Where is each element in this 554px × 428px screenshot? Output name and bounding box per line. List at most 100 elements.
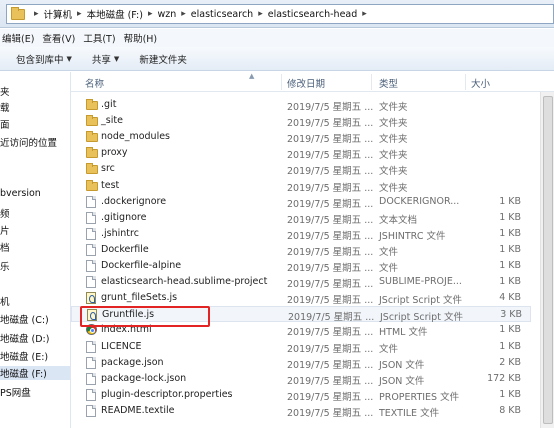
file-icon [86, 260, 96, 272]
file-type: PROPERTIES 文件 [379, 391, 460, 403]
scrollbar-thumb[interactable] [543, 96, 553, 424]
file-name: node_modules [101, 131, 171, 143]
file-type: 文件 [379, 343, 399, 355]
column-type[interactable]: 类型 [379, 76, 398, 90]
menu-help[interactable]: 帮助(H) [122, 31, 164, 45]
column-divider[interactable] [371, 74, 372, 90]
chevron-right-icon[interactable]: ▸ [362, 9, 367, 19]
file-type: 文件夹 [379, 166, 408, 178]
file-row[interactable]: elasticsearch-head.sublime-project 2019/7… [71, 274, 531, 290]
breadcrumb-elasticsearch-head[interactable]: elasticsearch-head [268, 9, 358, 20]
nav-item-wps-cloud[interactable]: PS网盘 [0, 385, 31, 399]
chevron-right-icon[interactable]: ▸ [258, 9, 263, 19]
file-row[interactable]: test 2019/7/5 星期五 ... 文件夹 [71, 178, 531, 194]
folder-icon [86, 115, 98, 127]
include-in-library-button[interactable]: 包含到库中 ▼ [16, 52, 72, 66]
menu-view[interactable]: 查看(V) [40, 31, 81, 45]
file-name: proxy [101, 147, 128, 159]
file-row[interactable]: grunt_fileSets.js 2019/7/5 星期五 ... JScript… [71, 290, 531, 306]
file-size: 3 KB [500, 309, 522, 321]
file-size: 1 KB [499, 388, 521, 400]
new-folder-button[interactable]: 新建文件夹 [139, 52, 187, 66]
chevron-right-icon[interactable]: ▸ [148, 9, 153, 19]
column-modified[interactable]: 修改日期 [287, 76, 325, 90]
nav-item-favorites[interactable]: 夹 [0, 84, 10, 98]
file-name: test [101, 179, 120, 191]
breadcrumb-computer[interactable]: 计算机 [44, 7, 73, 21]
file-type: SUBLIME-PROJE... [379, 276, 462, 288]
file-modified-date: 2019/7/5 星期五 ... [287, 279, 374, 291]
file-size: 4 KB [499, 292, 521, 304]
file-icon [86, 276, 96, 289]
nav-item-drive-d[interactable]: 地磁盘 (D:) [0, 331, 49, 345]
file-row[interactable]: Dockerfile 2019/7/5 星期五 ... 文件 1 KB [71, 242, 531, 258]
nav-item-drive-e[interactable]: 地磁盘 (E:) [0, 349, 48, 363]
file-type: 文件夹 [379, 134, 408, 146]
file-type: JScript Script 文件 [379, 295, 462, 307]
nav-item-videos[interactable]: 频 [0, 206, 10, 220]
nav-item-pictures[interactable]: 片 [0, 223, 10, 237]
nav-item-computer[interactable]: 机 [0, 294, 10, 308]
chevron-right-icon[interactable]: ▸ [77, 9, 82, 19]
nav-item-subversion[interactable]: bversion [0, 188, 41, 199]
share-button[interactable]: 共享 ▼ [92, 52, 119, 66]
file-type: 文件夹 [379, 118, 408, 130]
file-modified-date: 2019/7/5 星期五 ... [287, 182, 374, 194]
file-row[interactable]: Dockerfile-alpine 2019/7/5 星期五 ... 文件 1 KB [71, 258, 531, 274]
file-row[interactable]: node_modules 2019/7/5 星期五 ... 文件夹 [71, 129, 531, 145]
chevron-right-icon[interactable]: ▸ [181, 9, 186, 19]
file-modified-date: 2019/7/5 星期五 ... [287, 343, 374, 355]
folder-icon [86, 179, 98, 191]
breadcrumb-elasticsearch[interactable]: elasticsearch [191, 9, 253, 20]
file-name: .git [101, 99, 117, 110]
breadcrumb-wzn[interactable]: wzn [157, 9, 176, 20]
file-row[interactable]: src 2019/7/5 星期五 ... 文件夹 [71, 161, 531, 177]
column-size[interactable]: 大小 [471, 76, 490, 90]
nav-item-desktop[interactable]: 面 [0, 117, 10, 131]
file-type: 文件夹 [379, 150, 408, 162]
column-name[interactable]: 名称 [85, 76, 104, 90]
file-row[interactable]: .gitignore 2019/7/5 星期五 ... 文本文档 1 KB [71, 210, 531, 226]
breadcrumb-drive-f[interactable]: 本地磁盘 (F:) [87, 7, 143, 21]
nav-item-drive-c[interactable]: 地磁盘 (C:) [0, 312, 49, 326]
share-label: 共享 [91, 54, 111, 66]
file-icon [86, 195, 96, 208]
file-type: 文本文档 [379, 214, 418, 226]
file-name: README.textile [101, 404, 175, 416]
file-row[interactable]: .git 2019/7/5 星期五 ... 文件夹 [71, 97, 531, 113]
file-row[interactable]: plugin-descriptor.properties 2019/7/5 星期五… [71, 387, 531, 403]
file-size: 1 KB [499, 195, 521, 207]
nav-item-music[interactable]: 乐 [0, 259, 10, 273]
column-divider[interactable] [281, 74, 282, 90]
nav-item-documents[interactable]: 档 [0, 240, 10, 254]
file-row[interactable]: package.json 2019/7/5 星期五 ... JSON 文件 2 KB [71, 355, 531, 371]
file-row[interactable]: _site 2019/7/5 星期五 ... 文件夹 [71, 113, 531, 129]
menu-tools[interactable]: 工具(T) [81, 31, 121, 45]
column-divider[interactable] [465, 74, 466, 90]
address-breadcrumb[interactable]: ▸ 计算机 ▸ 本地磁盘 (F:) ▸ wzn ▸ elasticsearch … [6, 4, 554, 24]
file-row[interactable]: package-lock.json 2019/7/5 星期五 ... JSON 文件… [71, 371, 531, 387]
file-name: LICENCE [101, 340, 142, 352]
file-row[interactable]: proxy 2019/7/5 星期五 ... 文件夹 [71, 145, 531, 161]
file-size: 1 KB [499, 243, 521, 255]
file-name: .dockerignore [101, 195, 167, 207]
file-row[interactable]: README.textile 2019/7/5 星期五 ... TEXTILE 文件… [71, 403, 531, 419]
file-row[interactable]: .jshintrc 2019/7/5 星期五 ... JSHINTRC 文件 1 KB [71, 226, 531, 242]
file-icon [86, 356, 96, 369]
nav-item-recent-places[interactable]: 近访问的位置 [0, 135, 57, 149]
chevron-right-icon[interactable]: ▸ [34, 9, 39, 19]
nav-item-downloads[interactable]: 载 [0, 100, 10, 114]
file-row[interactable]: LICENCE 2019/7/5 星期五 ... 文件 1 KB [71, 339, 531, 355]
file-modified-date: 2019/7/5 星期五 ... [287, 118, 374, 130]
file-icon [86, 243, 96, 256]
menu-edit[interactable]: 编辑(E) [0, 31, 40, 45]
file-row[interactable]: .dockerignore 2019/7/5 星期五 ... DOCKERIGNOR… [71, 194, 531, 210]
vertical-scrollbar[interactable] [540, 92, 554, 428]
file-type: JSHINTRC 文件 [379, 230, 446, 242]
navigation-pane: 夹 载 面 近访问的位置 bversion 频 片 档 乐 机 地磁盘 (C:)… [0, 72, 70, 428]
file-modified-date: 2019/7/5 星期五 ... [287, 134, 374, 146]
file-name: package.json [101, 356, 164, 368]
nav-item-drive-f[interactable]: 地磁盘 (F:) [0, 366, 70, 380]
file-modified-date: 2019/7/5 星期五 ... [287, 375, 374, 387]
file-modified-date: 2019/7/5 星期五 ... [287, 391, 374, 403]
